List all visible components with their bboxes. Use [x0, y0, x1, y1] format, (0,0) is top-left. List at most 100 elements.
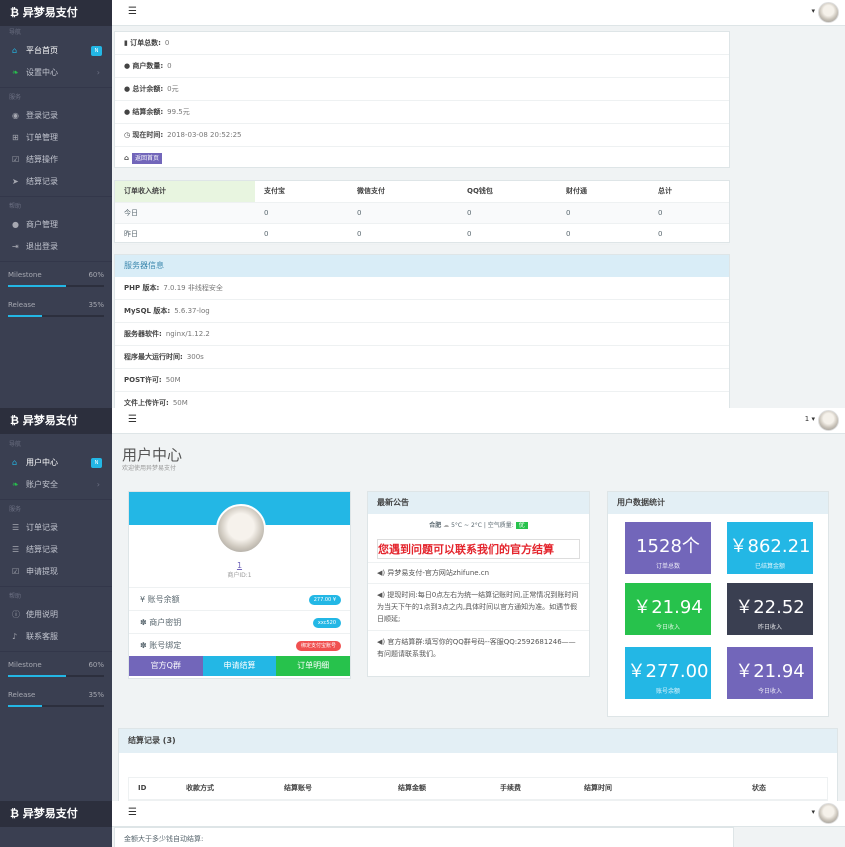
sidebar-item-withdraw[interactable]: ☑ 申请提现: [0, 561, 112, 583]
bell-icon: ♪: [12, 632, 18, 641]
home-icon: ⌂: [12, 458, 18, 467]
logout-icon: ⇥: [12, 242, 19, 251]
sidebar-item-settle-op[interactable]: ☑ 结算操作: [0, 149, 112, 171]
avatar[interactable]: [818, 2, 839, 23]
notice-panel: 最新公告 合肥 ☁ 5°C ~ 2°C | 空气质量: 优 您遇到问题可以联系我…: [367, 491, 590, 677]
stat-tile-yesterday: ￥22.52 昨日收入: [727, 583, 813, 635]
panel-heading: 结算记录 (3): [119, 729, 837, 753]
notice-item[interactable]: ◀) 官方结算群:填写你的QQ群号码--客服QQ:2592681246——有问题…: [368, 630, 589, 665]
aqi-badge: 优: [515, 522, 528, 529]
user-dropdown-caret[interactable]: ▾: [811, 808, 815, 816]
server-info-panel: 服务器信息 PHP 版本: 7.0.19 非线程安全 MySQL 版本: 5.6.3…: [114, 254, 730, 408]
sidebar-item-order-log[interactable]: ☰ 订单记录: [0, 517, 112, 539]
stat-row-back: ⌂ 返回首页: [115, 147, 729, 170]
home-icon: ⌂: [124, 154, 130, 162]
user-center-view: ₿ 异梦易支付 导航 ⌂ 用户中心 N ❧ 账户安全 › 服务 ☰ 订单记录 ☰ 结算记录 …: [0, 408, 845, 801]
bind-alipay-button[interactable]: 绑定支付宝账号: [295, 641, 341, 651]
weather-widget: 合肥 ☁ 5°C ~ 2°C | 空气质量: 优: [368, 516, 589, 536]
release-progress: Release 35%: [0, 685, 112, 715]
release-progress: Release 35%: [0, 295, 112, 325]
server-row: PHP 版本: 7.0.19 非线程安全: [115, 277, 729, 300]
account-binding-row: ✽ 账号绑定 绑定支付宝账号: [129, 633, 350, 656]
header: ☰ ▾: [112, 0, 845, 26]
avatar[interactable]: [818, 803, 839, 824]
brand-logo[interactable]: ₿ 异梦易支付: [0, 801, 112, 827]
table-row: 昨日 0 0 0 0 0: [115, 223, 729, 245]
divider: [0, 586, 112, 587]
admin-dashboard-view: ₿ 异梦易支付 导航 ⌂ 平台首页 N ❧ 设置中心 › 服务 ◉ 登录记录 ⊞ 订单管理 …: [0, 0, 845, 408]
settings-view: ₿ 异梦易支付 ☰ ▾ 金额大于多少钱自动结算:: [0, 801, 845, 847]
apply-settle-button[interactable]: 申请结算: [202, 656, 277, 676]
milestone-progress: Milestone 60%: [0, 655, 112, 685]
brand-logo[interactable]: ₿ 异梦易支付: [0, 408, 112, 434]
user-dropdown[interactable]: 1 ▾: [805, 415, 815, 423]
user-data-stats: 用户数据统计 1528个 订单总数 ￥862.21 已结算金额 ￥21.94 今日收入…: [607, 491, 829, 717]
nav-group-label: 导航: [9, 441, 22, 448]
sidebar-item-home[interactable]: ⌂ 平台首页 N: [0, 40, 112, 62]
sidebar-item-support[interactable]: ♪ 联系客服: [0, 626, 112, 648]
page-title: 用户中心: [122, 446, 183, 464]
user-dropdown-caret[interactable]: ▾: [811, 7, 815, 15]
user-icon: ●: [12, 220, 19, 229]
merchant-uid[interactable]: 1: [129, 561, 350, 570]
chevron-right-icon: ›: [96, 480, 100, 489]
home-icon: ⌂: [12, 46, 18, 55]
stat-tile-balance: ￥277.00 账号余额: [625, 647, 711, 699]
page-subtitle: 欢迎使用异梦易支付: [122, 465, 177, 472]
release-bar-fill: [8, 705, 42, 707]
order-detail-button[interactable]: 订单明细: [276, 656, 351, 676]
new-badge: N: [91, 46, 102, 56]
cloud-icon: ☁: [443, 522, 450, 529]
service-group-label: 服务: [9, 506, 22, 513]
header: ☰ 1 ▾: [112, 408, 845, 434]
balance-row: ¥ 账号余额 277.00 ¥: [129, 587, 350, 610]
stat-tile-today: ￥21.94 今日收入: [625, 583, 711, 635]
sidebar-item-instructions[interactable]: ⓘ 使用说明: [0, 604, 112, 626]
server-row: 服务器软件: nginx/1.12.2: [115, 323, 729, 346]
bar-chart-icon: ▮: [124, 39, 128, 47]
menu-toggle-icon[interactable]: ☰: [128, 807, 137, 818]
info-icon: ⓘ: [12, 610, 20, 619]
merchant-uid-label: 商户ID:1: [227, 572, 252, 579]
stats-panel: ▮ 订单总数: 0 ● 商户数量: 0 ● 总计余额: 0元 ● 结算余额: 99.5元…: [114, 31, 730, 168]
server-row: 文件上传许可: 50M: [115, 392, 729, 408]
qq-group-button[interactable]: 官方Q群: [129, 656, 203, 676]
notice-item[interactable]: ◀) 异梦易支付-官方网站zhifune.cn: [368, 562, 589, 583]
sidebar-item-settings[interactable]: ❧ 设置中心 ›: [0, 62, 112, 84]
sidebar: ₿ 异梦易支付: [0, 801, 112, 847]
sidebar-item-account-security[interactable]: ❧ 账户安全 ›: [0, 474, 112, 496]
leaf-icon: ❧: [12, 68, 19, 77]
sidebar-item-login-log[interactable]: ◉ 登录记录: [0, 105, 112, 127]
chevron-right-icon: ›: [96, 68, 100, 77]
merchant-key-row: ✽ 商户密钥 xxc520: [129, 610, 350, 633]
clock-icon: ◷: [124, 131, 131, 139]
sidebar-item-merchants[interactable]: ● 商户管理: [0, 214, 112, 236]
sidebar-item-settle-log[interactable]: ➤ 结算记录: [0, 171, 112, 193]
sidebar-item-logout[interactable]: ⇥ 退出登录: [0, 236, 112, 258]
back-home-button[interactable]: 返回首页: [132, 153, 163, 164]
profile-card: 1 商户ID:1 ¥ 账号余额 277.00 ¥ ✽ 商户密钥 xxc520 ✽ 账…: [128, 491, 351, 679]
auto-settle-label: 金额大于多少钱自动结算:: [124, 835, 204, 843]
server-row: POST许可: 50M: [115, 369, 729, 392]
sidebar-item-settle-log[interactable]: ☰ 结算记录: [0, 539, 112, 561]
stat-row-orders: ▮ 订单总数: 0: [115, 32, 729, 55]
sidebar-item-user-center[interactable]: ⌂ 用户中心 N: [0, 452, 112, 474]
server-row: MySQL 版本: 5.6.37-log: [115, 300, 729, 323]
notice-banner: 您遇到问题可以联系我们的官方结算: [377, 539, 580, 559]
menu-toggle-icon[interactable]: ☰: [128, 414, 137, 425]
menu-toggle-icon[interactable]: ☰: [128, 6, 137, 17]
leaf-icon: ❧: [12, 480, 19, 489]
panel-heading: 最新公告: [368, 492, 589, 514]
brand-logo[interactable]: ₿ 异梦易支付: [0, 0, 112, 26]
notice-item[interactable]: ◀) 提现时间:每日0点左右为统一结算记账时间,正常情况到账时间为当天下午的1点…: [368, 583, 589, 630]
check-icon: ☑: [12, 155, 20, 164]
sidebar: ₿ 异梦易支付 导航 ⌂ 平台首页 N ❧ 设置中心 › 服务 ◉ 登录记录 ⊞ 订单管理 …: [0, 0, 112, 408]
help-group-label: 帮助: [9, 203, 22, 210]
stat-row-settle-balance: ● 结算余额: 99.5元: [115, 101, 729, 124]
drop-icon: ●: [124, 85, 131, 93]
sidebar-item-orders[interactable]: ⊞ 订单管理: [0, 127, 112, 149]
avatar[interactable]: [818, 410, 839, 431]
header: ☰ ▾: [112, 801, 845, 827]
table-header: ID 收款方式 结算账号 结算金额 手续费 结算时间 状态: [129, 778, 827, 800]
table-header: 订单收入统计 支付宝 微信支付 QQ钱包 财付通 总计: [115, 181, 729, 203]
